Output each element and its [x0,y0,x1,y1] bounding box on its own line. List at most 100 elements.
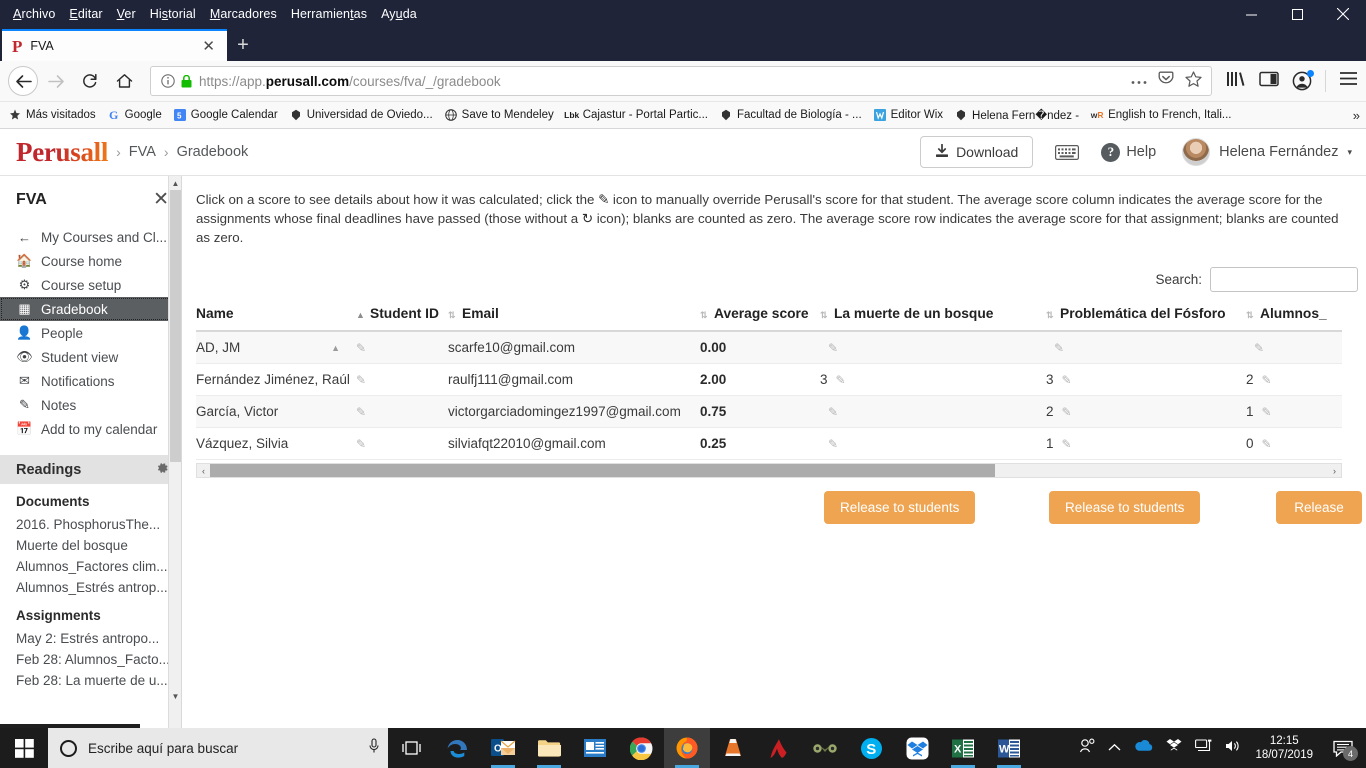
user-menu[interactable]: Helena Fernández ▾ [1182,138,1352,166]
sidebar-icon[interactable] [1259,71,1279,92]
edit-pencil-icon[interactable]: ✎ [836,373,846,387]
score-value[interactable]: 3 [1046,372,1054,387]
menu-historial[interactable]: Historial [143,3,203,25]
excel-icon[interactable]: X [940,728,986,768]
edit-pencil-icon[interactable]: ✎ [828,405,838,419]
score-value[interactable]: 2 [1046,404,1054,419]
bookmark-item[interactable]: Lbk Cajastur - Portal Partic... [564,108,708,122]
menu-herramientas[interactable]: Herramientas [284,3,374,25]
bookmark-item[interactable]: Save to Mendeley [444,108,554,122]
sidebar-item-course-setup[interactable]: ⚙ Course setup [0,273,181,297]
column-header-average-score[interactable]: ⇅ Average score [700,306,820,332]
microphone-icon[interactable] [368,737,380,759]
table-row[interactable]: Fernández Jiménez, Raúl ✎ raulfj111@gmail.… [196,363,1342,396]
sidebar-document-link[interactable]: Muerte del bosque [0,535,181,556]
table-row[interactable]: Vázquez, Silvia ✎ silviafqt22010@gmail.com… [196,427,1342,460]
release-to-students-button-3[interactable]: Release [1276,491,1362,524]
edit-pencil-icon[interactable]: ✎ [356,437,366,451]
column-header-email[interactable]: ⇅ Email [448,306,700,332]
pocket-icon[interactable] [1158,71,1174,91]
people-icon[interactable] [1079,738,1095,758]
menu-archivo[interactable]: Archivo [6,3,62,25]
file-explorer-icon[interactable] [526,728,572,768]
edit-pencil-icon[interactable]: ✎ [1254,341,1264,355]
word-icon[interactable]: W [986,728,1032,768]
task-view-icon[interactable] [388,728,434,768]
table-row[interactable]: García, Victor ✎ victorgarciadomingez1997@… [196,395,1342,428]
dropbox-icon[interactable] [894,728,940,768]
edit-pencil-icon[interactable]: ✎ [356,373,366,387]
minimize-icon[interactable] [1228,0,1274,28]
score-value[interactable]: 3 [820,372,828,387]
mendeley-icon[interactable] [802,728,848,768]
menu-marcadores[interactable]: Marcadores [203,3,284,25]
scroll-left-icon[interactable]: ‹ [197,466,210,476]
cell-score-la-muerte-de-un-bosque[interactable]: 3 ✎ [820,363,1046,396]
column-header-student-id[interactable]: ▲ Student ID [356,306,448,332]
sidebar-item-add-to-my-calendar[interactable]: 📅 Add to my calendar [0,417,181,441]
reload-button-icon[interactable] [74,65,106,97]
cell-score-alumnos[interactable]: 2 ✎ [1246,363,1342,396]
edit-pencil-icon[interactable]: ✎ [1262,373,1272,387]
table-horizontal-scrollbar[interactable]: ‹ › [196,463,1342,478]
sidebar-item-notifications[interactable]: ✉ Notifications [0,369,181,393]
windows-start-icon[interactable] [0,728,48,768]
bookmark-item[interactable]: Editor Wix [873,108,943,122]
sidebar-item-gradebook[interactable]: ▦ Gradebook [0,297,181,321]
menu-ver[interactable]: Ver [110,3,143,25]
page-info-icon[interactable] [161,74,175,88]
search-input[interactable] [1210,267,1358,292]
release-to-students-button-2[interactable]: Release to students [1049,491,1201,524]
edit-pencil-icon[interactable]: ✎ [1054,341,1064,355]
edit-pencil-icon[interactable]: ✎ [356,341,366,355]
sidebar-scrollbar-thumb[interactable] [170,190,181,462]
edit-pencil-icon[interactable]: ✎ [356,405,366,419]
sidebar-document-link[interactable]: 2016. PhosphorusThe... [0,514,181,535]
bookmark-item[interactable]: G Google [107,108,162,122]
score-value[interactable]: 1 [1246,404,1254,419]
edit-pencil-icon[interactable]: ✎ [1062,405,1072,419]
sidebar-close-icon[interactable]: ✕ [153,188,169,211]
bookmark-item[interactable]: 5 Google Calendar [173,108,278,122]
sidebar-assignment-link[interactable]: Feb 28: La muerte de u... [0,670,181,691]
hamburger-menu-icon[interactable] [1339,71,1358,91]
score-value[interactable]: 2 [1246,372,1254,387]
chrome-icon[interactable] [618,728,664,768]
download-button[interactable]: Download [920,136,1034,168]
close-icon[interactable] [1320,0,1366,28]
sidebar-item-people[interactable]: 👤 People [0,321,181,345]
bookmark-item[interactable]: Universidad de Oviedo... [289,108,433,122]
tab-close-icon[interactable]: ✕ [196,39,221,54]
scroll-right-icon[interactable]: › [1328,466,1341,476]
menu-editar[interactable]: Editar [62,3,109,25]
new-tab-button[interactable]: + [227,29,259,61]
edit-pencil-icon[interactable]: ✎ [828,437,838,451]
cell-student-id[interactable]: ✎ [356,363,448,396]
browser-tab[interactable]: P FVA ✕ [2,29,227,61]
cell-score-problematica-del-fosforo[interactable]: ✎ [1046,331,1246,364]
hscroll-track[interactable] [210,464,1328,477]
keyboard-icon[interactable] [1055,144,1080,160]
sidebar-assignment-link[interactable]: May 2: Estrés antropo... [0,628,181,649]
ellipsis-icon[interactable] [1131,72,1147,90]
bookmarks-overflow-icon[interactable]: » [1353,108,1360,123]
cell-average-score[interactable]: 0.25 [700,427,820,460]
cell-score-problematica-del-fosforo[interactable]: 1 ✎ [1046,427,1246,460]
score-value[interactable]: 1 [1046,436,1054,451]
release-to-students-button-1[interactable]: Release to students [824,491,976,524]
edit-pencil-icon[interactable]: ✎ [1062,437,1072,451]
bookmark-item[interactable]: Facultad de Biología - ... [719,108,862,122]
cell-score-alumnos[interactable]: ✎ [1246,331,1342,364]
bookmark-star-icon[interactable] [1185,70,1202,92]
cell-average-score[interactable]: 2.00 [700,363,820,396]
forward-button-icon[interactable] [40,65,72,97]
score-value[interactable]: 0 [1246,436,1254,451]
cell-score-la-muerte-de-un-bosque[interactable]: ✎ [820,331,1046,364]
sidebar-assignment-link[interactable]: Feb 28: Alumnos_Facto... [0,649,181,670]
cell-average-score[interactable]: 0.75 [700,395,820,428]
sidebar-item-my-courses-and-cl[interactable]: ← My Courses and Cl... [0,225,181,249]
cell-score-la-muerte-de-un-bosque[interactable]: ✎ [820,395,1046,428]
column-header-la-muerte-de-un-bosque[interactable]: ⇅ La muerte de un bosque [820,306,1046,332]
scroll-down-icon[interactable]: ▼ [169,689,181,703]
edit-pencil-icon[interactable]: ✎ [1062,373,1072,387]
